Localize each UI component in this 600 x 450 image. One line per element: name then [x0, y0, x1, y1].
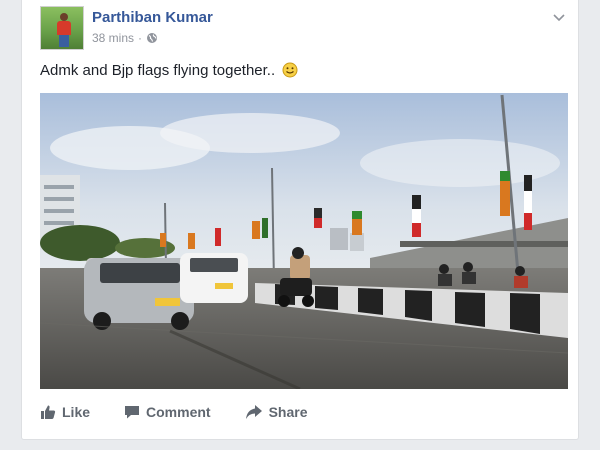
post-options-chevron-icon[interactable] [552, 10, 566, 22]
comment-icon [124, 404, 140, 420]
globe-icon[interactable] [146, 32, 158, 44]
meta-separator: · [138, 31, 143, 45]
post-meta: 38 mins · [92, 31, 158, 45]
feed-post: Parthiban Kumar 38 mins · Admk and Bjp f… [21, 0, 579, 440]
post-photo[interactable] [40, 93, 568, 389]
author-name[interactable]: Parthiban Kumar [92, 9, 213, 26]
post-message: Admk and Bjp flags flying together.. [40, 62, 276, 79]
like-label: Like [62, 404, 91, 420]
share-button[interactable]: Share [245, 404, 308, 420]
share-arrow-icon [245, 404, 263, 420]
comment-button[interactable]: Comment [124, 404, 211, 420]
comment-label: Comment [146, 404, 211, 420]
share-label: Share [268, 404, 308, 420]
post-timestamp[interactable]: 38 mins [92, 31, 134, 45]
like-button[interactable]: Like [40, 404, 90, 420]
author-avatar[interactable] [40, 6, 84, 50]
smiley-icon [282, 62, 298, 82]
thumbs-up-icon [40, 404, 56, 420]
post-text: Admk and Bjp flags flying together.. [40, 62, 298, 82]
post-actions-bar: Like Comment Share [40, 404, 342, 420]
